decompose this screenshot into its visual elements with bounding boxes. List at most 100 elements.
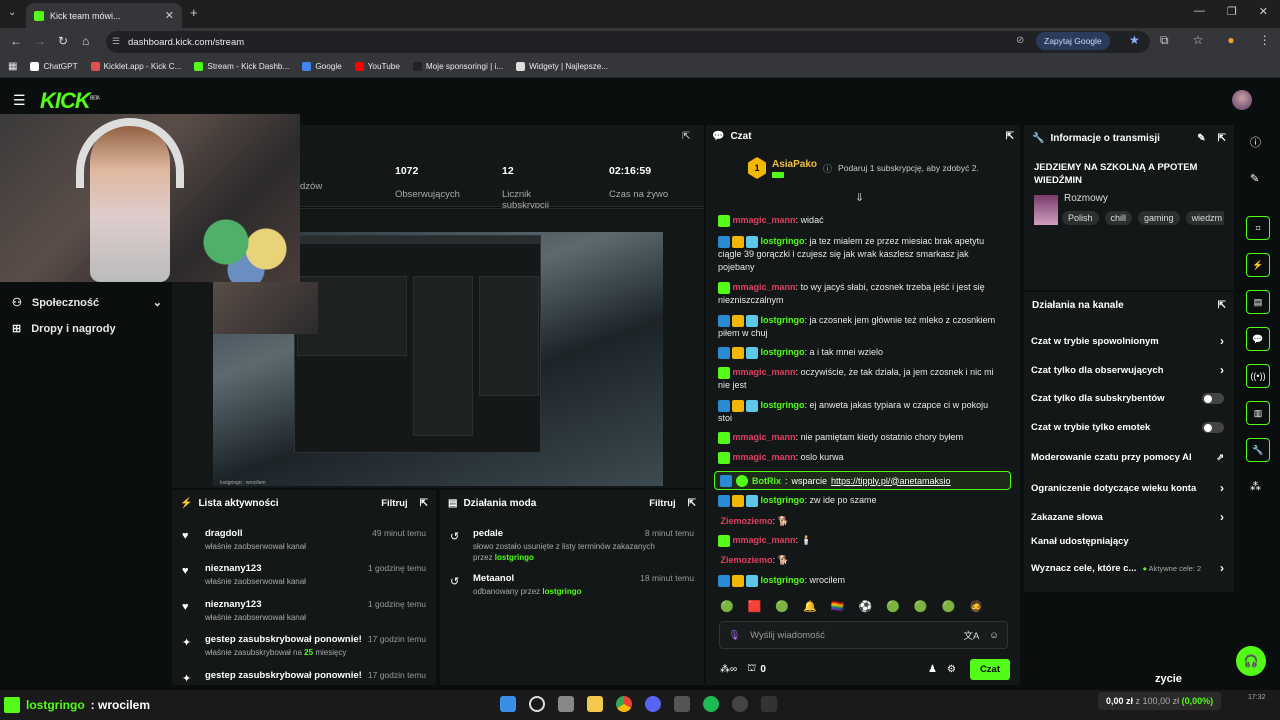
chat-send-button[interactable]: Czat [969,659,1010,680]
store-icon[interactable] [674,696,690,712]
mod-filter-button[interactable]: Filtruj [649,498,675,509]
action-banned-words[interactable]: Zakazane słowa › [1031,510,1224,524]
action-goals[interactable]: Wyznacz cele, które c... ● Aktywne cele:… [1031,561,1224,575]
activity-user[interactable]: nieznany123 [205,599,262,610]
bot-username[interactable]: BotRix [752,476,781,486]
wrench-tool-icon[interactable]: 🔧 [1246,438,1270,462]
mod-by[interactable]: lostgringo [542,587,581,596]
pencil-icon[interactable]: ✎ [1250,172,1259,185]
spotify-icon[interactable] [703,696,719,712]
bookmark-chatgpt[interactable]: ChatGPT [30,62,78,71]
community-goal-icon[interactable]: ⁂∞ [720,664,737,675]
chat-tool-icon[interactable]: 💬 [1246,327,1270,351]
info-icon[interactable]: ⓘ [1250,134,1261,150]
chrome-icon[interactable] [616,696,632,712]
bookmarks-icon[interactable]: ☆ [1193,33,1204,48]
bookmark-widgets[interactable]: Widgety | Najlepsze... [516,62,608,71]
terminal-icon[interactable] [761,696,777,712]
action-emote-only[interactable]: Czat w trybie tylko emotek [1031,422,1224,433]
chat-username[interactable]: mmagic_mann [733,367,796,377]
ask-google-button[interactable]: Zapytaj Google [1036,32,1110,50]
bookmark-google[interactable]: Google [302,62,342,71]
sidebar-item-community[interactable]: ⚇ Społeczność ⌄ [12,296,162,310]
community-tool-icon[interactable]: ⁂ [1250,480,1261,493]
popout-icon[interactable]: ⇱ [1218,133,1226,144]
lightning-tool-icon[interactable]: ⚡ [1246,253,1270,277]
emote-button[interactable]: 🟢 [886,600,900,613]
chat-username[interactable]: lostgringo [761,315,805,325]
chat-username[interactable]: mmagic_mann [733,452,796,462]
popout-icon[interactable]: ⇱ [420,498,428,509]
mute-icon[interactable]: ⊘ [1016,35,1024,46]
chat-username[interactable]: mmagic_mann [733,282,796,292]
kick-logo[interactable]: KICKBETA [40,88,100,114]
action-subscribers-only[interactable]: Czat tylko dla subskrybentów [1031,393,1224,404]
activity-user[interactable]: dragdoll [205,528,242,539]
chat-username[interactable]: mmagic_mann [733,432,796,442]
action-ai-moderation[interactable]: Moderowanie czatu przy pomocy AI ⇗ [1031,452,1224,463]
menu-hamburger-icon[interactable]: ☰ [13,92,26,109]
action-host-channel[interactable]: Kanał udostępniający [1031,536,1224,547]
help-button[interactable]: 🎧 [1236,646,1266,676]
back-icon[interactable]: ← [10,34,22,48]
edit-icon[interactable]: ✎ [1197,133,1205,144]
bookmark-sponsoring[interactable]: Moje sponsoringi | i... [412,62,503,71]
microphone-icon[interactable]: 🎙 [728,630,740,641]
bookmark-kick-dashboard[interactable]: Stream - Kick Dashb... [194,62,289,71]
profile-icon[interactable]: ● [1227,33,1234,48]
action-account-age[interactable]: Ograniczenie dotyczące wieku konta › [1031,481,1224,495]
chat-username[interactable]: mmagic_mann [733,535,796,545]
emote-button[interactable]: 🟢 [720,600,734,613]
bot-link[interactable]: https://tipply.pl/@anetamaksio [831,476,951,486]
document-tool-icon[interactable]: ▤ [1246,290,1270,314]
chat-username[interactable]: mmagic_mann [733,215,796,225]
menu-icon[interactable]: ⋮ [1259,33,1271,48]
activity-filter-button[interactable]: Filtruj [381,498,407,509]
apps-icon[interactable]: ▦ [8,61,17,72]
task-view-icon[interactable] [558,696,574,712]
maximize-icon[interactable]: ❐ [1227,5,1237,18]
layout-tool-icon[interactable]: ▥ [1246,401,1270,425]
activity-user[interactable]: gestep zasubskrybował ponownie! [205,670,362,681]
pinned-gift-banner[interactable]: 1 AsiaPako ⓘ Podaruj 1 subskrypcję, aby … [748,157,979,179]
sidebar-item-drops[interactable]: ⊞ Dropy i nagrody [12,322,116,336]
mod-by[interactable]: lostgringo [495,553,534,562]
emote-button[interactable]: 🧔 [969,600,983,613]
action-slow-mode[interactable]: Czat w trybie spowolnionym › [1031,334,1224,348]
stream-category[interactable]: Rozmowy [1064,193,1108,204]
file-explorer-icon[interactable] [587,696,603,712]
activity-user[interactable]: gestep zasubskrybował ponownie! [205,634,362,645]
browser-tab[interactable]: Kick team mówi... ✕ [26,3,182,28]
emote-button[interactable]: 🏳️‍🌈 [831,600,845,613]
new-tab-button[interactable]: + [190,5,198,20]
close-window-icon[interactable]: ✕ [1259,5,1268,18]
chat-username[interactable]: lostgringo [761,400,805,410]
popout-icon[interactable]: ⇱ [1006,131,1014,142]
emote-button[interactable]: ⚽ [859,600,873,613]
translate-icon[interactable]: 文A [963,628,979,642]
chat-username[interactable]: lostgringo [761,575,805,585]
bookmark-kicklet[interactable]: Kicklet.app - Kick C... [90,62,181,71]
chat-username[interactable]: lostgringo [761,495,805,505]
popout-icon[interactable]: ⇱ [688,498,696,509]
chat-username[interactable]: lostgringo [761,347,805,357]
tag[interactable]: Polish [1062,211,1099,225]
broadcast-tool-icon[interactable]: ((•)) [1246,364,1270,388]
extensions-icon[interactable]: ⧉ [1160,33,1169,48]
emote-button[interactable]: 🟢 [942,600,956,613]
windows-start-icon[interactable] [500,696,516,712]
emoji-icon[interactable]: ☺ [989,630,999,641]
tag[interactable]: chill [1104,211,1133,225]
emote-button[interactable]: 🔔 [803,600,817,613]
discord-icon[interactable] [645,696,661,712]
obs-icon[interactable] [732,696,748,712]
minimize-icon[interactable]: — [1194,5,1205,18]
scroll-down-icon[interactable]: ⇓ [855,191,864,204]
chat-username[interactable]: lostgringo [761,236,805,246]
tab-search-icon[interactable]: ⌄ [8,7,16,18]
reload-icon[interactable]: ↻ [58,34,68,48]
emote-button[interactable]: 🟥 [748,600,762,613]
search-icon[interactable] [529,696,545,712]
user-avatar[interactable] [1232,90,1252,110]
mod-tools-icon[interactable]: ♟ [928,664,937,675]
